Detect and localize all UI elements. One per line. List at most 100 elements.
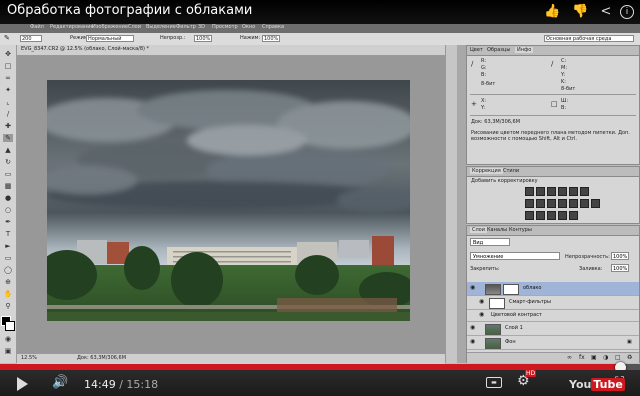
eraser-tool-icon[interactable]: ▭ [3, 170, 13, 178]
brush-tool-selected-icon[interactable]: ✎ [3, 134, 13, 142]
photo-canvas[interactable] [47, 80, 410, 321]
eyedropper-tool-icon[interactable]: ∕ [3, 110, 13, 118]
menu-item-layers[interactable]: Слои [128, 24, 141, 30]
dodge-tool-icon[interactable]: ○ [3, 206, 13, 214]
layer-mask-thumbnail[interactable] [503, 284, 519, 295]
background-color-swatch[interactable] [5, 321, 15, 331]
menu-item-3d[interactable]: 3D [198, 24, 205, 30]
adjustment-preset-icon[interactable] [547, 187, 556, 196]
type-tool-icon[interactable]: T [3, 230, 13, 238]
new-layer-icon[interactable]: □ [615, 354, 621, 361]
menu-item-image[interactable]: Изображение [92, 24, 128, 30]
tab-adjustments[interactable]: Коррекция [470, 168, 503, 174]
youtube-logo[interactable]: You Tube [569, 378, 625, 391]
layer-row-background[interactable]: ◉ Фон ▣ [467, 336, 639, 350]
visibility-eye-icon[interactable]: ◉ [470, 339, 476, 345]
menu-item-file[interactable]: Файл [30, 24, 44, 30]
like-icon[interactable]: 👍 [544, 4, 560, 20]
layer-row-color-contrast[interactable]: ◉ Цветовой контраст [467, 310, 639, 322]
adjustment-preset-icon[interactable] [580, 199, 589, 208]
blur-tool-icon[interactable]: ● [3, 194, 13, 202]
captions-icon[interactable]: ▬ [486, 377, 502, 388]
visibility-eye-icon[interactable]: ◉ [479, 312, 485, 318]
tab-paths[interactable]: Контуры [509, 227, 532, 233]
opacity-field[interactable]: 100% [194, 35, 212, 42]
history-brush-icon[interactable]: ↻ [3, 158, 13, 166]
delete-layer-icon[interactable]: ♻ [627, 354, 632, 361]
adjustment-preset-icon[interactable] [525, 199, 534, 208]
menu-item-select[interactable]: Выделение [146, 24, 176, 30]
crop-tool-icon[interactable]: ⌞ [3, 98, 13, 106]
visibility-eye-icon[interactable]: ◉ [470, 325, 476, 331]
tab-styles[interactable]: Стили [503, 168, 519, 174]
adjustment-preset-icon[interactable] [558, 211, 567, 220]
dislike-icon[interactable]: 👎 [572, 4, 588, 20]
tab-layers[interactable]: Слои [470, 227, 487, 233]
menu-item-help[interactable]: Справка [262, 24, 284, 30]
shape-tool-icon[interactable]: ▭ [3, 254, 13, 262]
visibility-eye-icon[interactable]: ◉ [470, 285, 476, 291]
link-layers-icon[interactable]: ∞ [567, 354, 572, 361]
tab-color[interactable]: Цвет [470, 47, 483, 53]
adjustment-preset-icon[interactable] [536, 211, 545, 220]
layer-opacity-field[interactable]: 100% [611, 252, 629, 260]
marquee-tool-icon[interactable]: □ [3, 62, 13, 70]
adjustment-preset-icon[interactable] [591, 199, 600, 208]
video-title[interactable]: Обработка фотографии с облаками [7, 3, 252, 18]
menu-item-filter[interactable]: Фильтр [176, 24, 196, 30]
adjustment-preset-icon[interactable] [547, 199, 556, 208]
tab-channels[interactable]: Каналы [487, 227, 507, 233]
adjustment-preset-icon[interactable] [569, 199, 578, 208]
magic-wand-icon[interactable]: ✦ [3, 86, 13, 94]
adjustment-preset-icon[interactable] [525, 187, 534, 196]
adjustment-preset-icon[interactable] [547, 211, 556, 220]
menu-item-window[interactable]: Окно [242, 24, 255, 30]
layer-row-smart-filters[interactable]: ◉ Смарт-фильтры [467, 296, 639, 310]
adjustment-preset-icon[interactable] [569, 211, 578, 220]
layer-row-layer1[interactable]: ◉ Слой 1 [467, 322, 639, 336]
screen-mode-icon[interactable]: ▣ [3, 347, 13, 355]
visibility-eye-icon[interactable]: ◉ [479, 299, 485, 305]
tab-swatches[interactable]: Образцы [487, 47, 510, 53]
workspace-select[interactable]: Основная рабочая среда [544, 35, 634, 42]
pen-tool-icon[interactable]: ✒ [3, 218, 13, 226]
zoom-tool-icon[interactable]: ⚲ [3, 302, 13, 310]
adjustment-preset-icon[interactable] [569, 187, 578, 196]
new-adjustment-icon[interactable]: ◑ [603, 354, 608, 361]
tab-info[interactable]: Инфо [515, 47, 534, 53]
layer-kind-filter[interactable]: Вид [470, 238, 510, 246]
add-mask-icon[interactable]: ▣ [591, 354, 597, 361]
quick-mask-icon[interactable]: ◉ [3, 335, 13, 343]
filter-mask-thumbnail[interactable] [489, 298, 505, 309]
volume-icon[interactable]: 🔊 [52, 375, 68, 390]
3d-rotate-icon[interactable]: ◯ [3, 266, 13, 274]
hand-tool-icon[interactable]: ✋ [3, 290, 13, 298]
adjustment-preset-icon[interactable] [536, 199, 545, 208]
adjustment-preset-icon[interactable] [558, 199, 567, 208]
gradient-tool-icon[interactable]: ▩ [3, 182, 13, 190]
adjustment-preset-icon[interactable] [525, 211, 534, 220]
menu-item-edit[interactable]: Редактирование [50, 24, 94, 30]
layer-row-clouds[interactable]: ◉ облако [467, 282, 639, 296]
adjustment-preset-icon[interactable] [580, 187, 589, 196]
adjustment-preset-icon[interactable] [558, 187, 567, 196]
info-icon[interactable]: i [620, 5, 634, 19]
share-icon[interactable]: < [598, 4, 614, 20]
menu-item-view[interactable]: Просмотр [212, 24, 238, 30]
lasso-tool-icon[interactable]: ∞ [3, 74, 13, 82]
layer-style-icon[interactable]: fx [579, 354, 585, 361]
3d-orbit-icon[interactable]: ⊕ [3, 278, 13, 286]
healing-tool-icon[interactable]: ✚ [3, 122, 13, 130]
status-zoom[interactable]: 12.5% [21, 355, 37, 361]
move-tool-icon[interactable]: ✥ [3, 50, 13, 58]
brush-size-field[interactable]: 200 [20, 35, 42, 42]
brush-tool-icon[interactable]: ✎ [4, 34, 10, 42]
flow-field[interactable]: 100% [262, 35, 280, 42]
fill-field[interactable]: 100% [611, 264, 629, 272]
clone-stamp-icon[interactable]: ▲ [3, 146, 13, 154]
document-tab[interactable]: EVG_8347.CR2 @ 12.5% (облако, Слой-маска… [17, 45, 445, 56]
mode-select[interactable]: Нормальный [86, 35, 134, 42]
path-select-icon[interactable]: ► [3, 242, 13, 250]
play-icon[interactable] [17, 377, 28, 391]
blend-mode-select[interactable]: Умножение [470, 252, 560, 260]
